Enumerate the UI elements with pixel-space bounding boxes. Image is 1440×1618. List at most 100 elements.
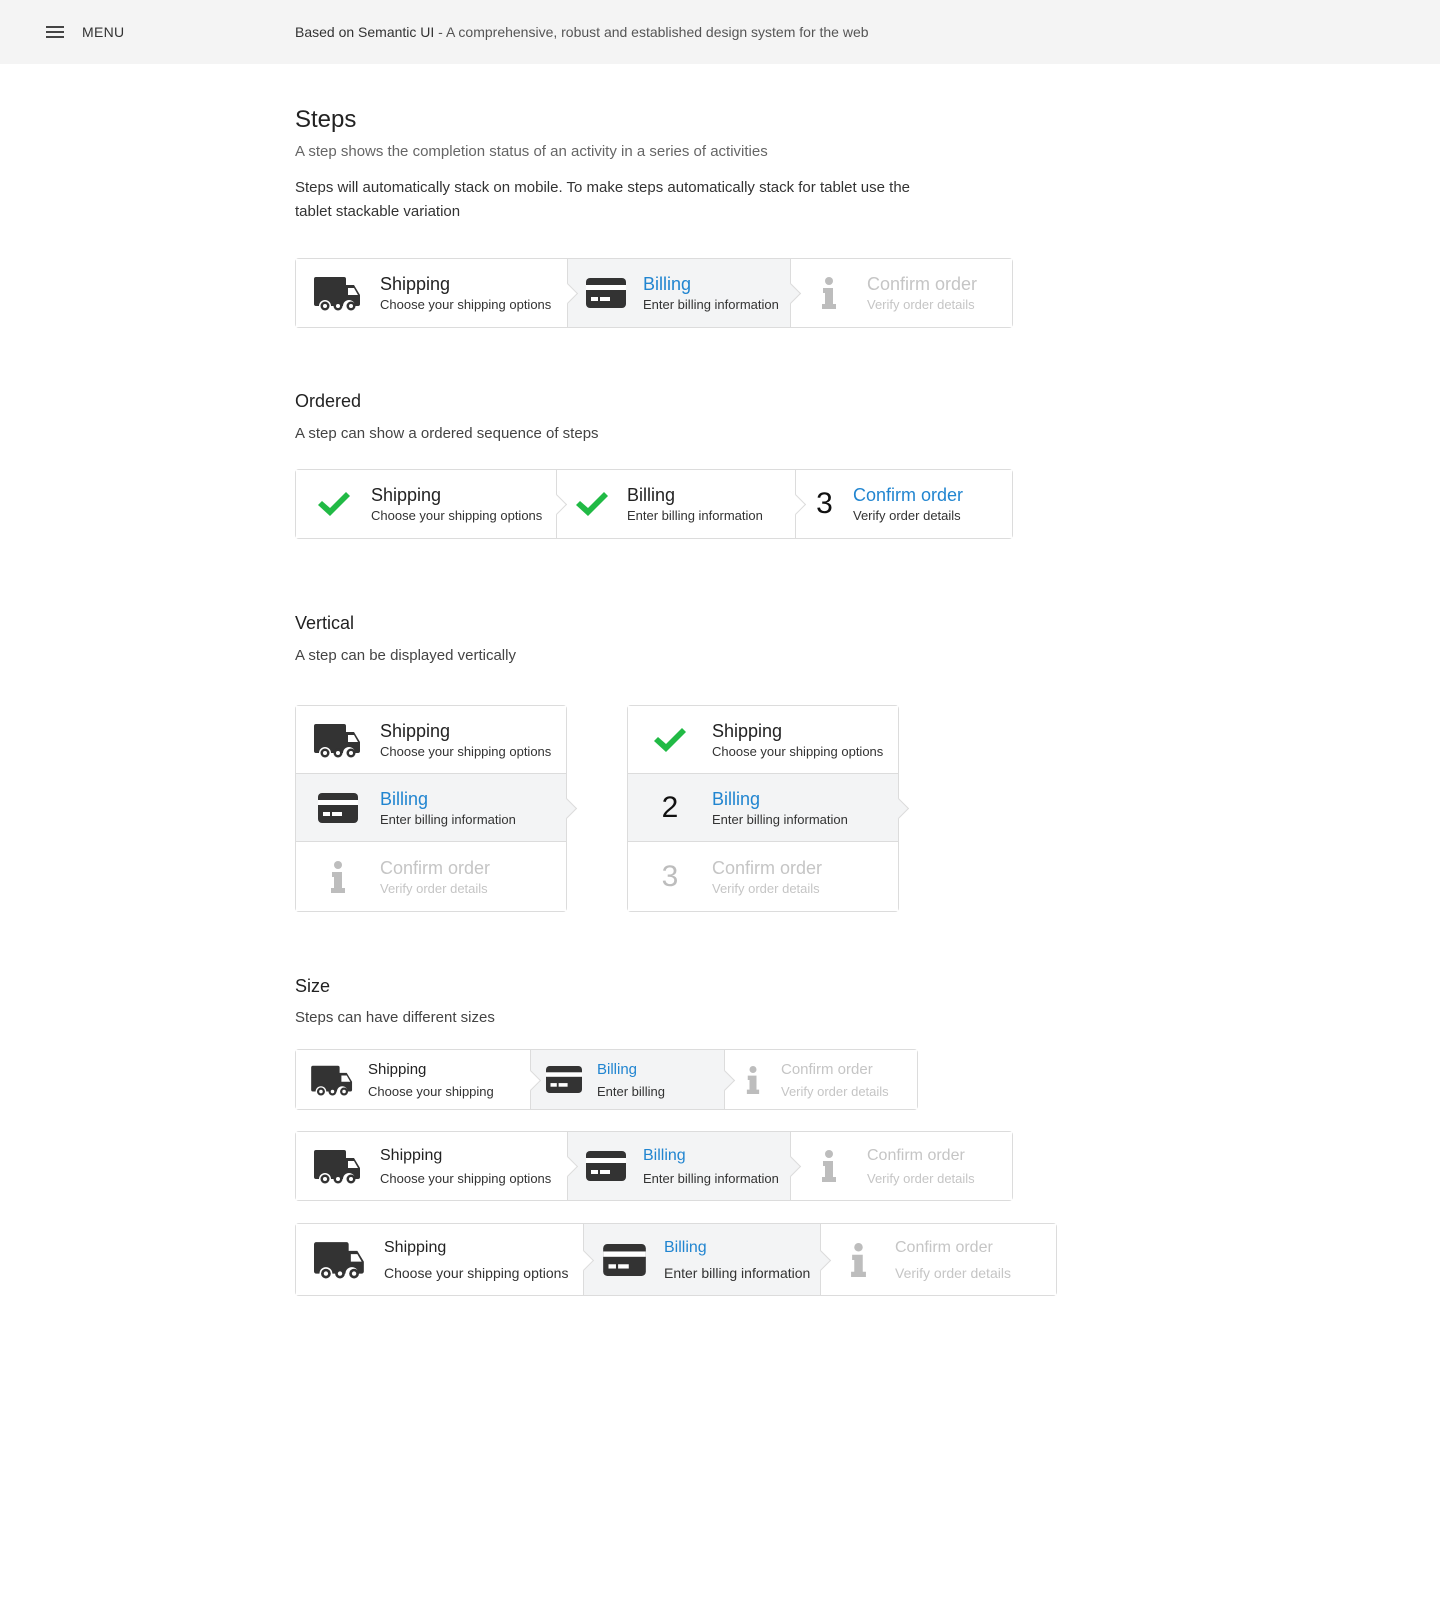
step-description: Verify order details xyxy=(380,880,488,896)
truck-icon xyxy=(296,275,380,311)
step-description: Enter billing information xyxy=(643,297,779,312)
step-billing[interactable]: Billing Enter billing xyxy=(531,1050,725,1109)
step-title: Billing xyxy=(627,485,676,505)
truck-icon xyxy=(296,1148,380,1184)
section-title-size: Size xyxy=(295,976,331,996)
step-description: Choose your shipping options xyxy=(371,508,543,523)
step-title: Confirm order xyxy=(867,1146,965,1164)
step-confirm: 3 Confirm order Verify order details xyxy=(628,842,898,911)
step-title: Shipping xyxy=(380,1146,443,1164)
step-description: Choose your shipping options xyxy=(380,743,552,759)
truck-icon xyxy=(296,722,380,758)
step-description: Enter billing information xyxy=(643,1170,779,1186)
info-icon xyxy=(821,1243,895,1277)
check-icon xyxy=(296,492,371,516)
step-title: Billing xyxy=(597,1060,638,1078)
step-number: 2 xyxy=(661,790,679,824)
section-title-ordered: Ordered xyxy=(295,391,362,411)
step-title: Shipping xyxy=(380,274,451,294)
info-icon xyxy=(791,1150,867,1182)
step-confirm: Confirm order Verify order details xyxy=(791,1132,1012,1200)
section-title-vertical: Vertical xyxy=(295,613,355,633)
step-description: Choose your shipping options xyxy=(384,1264,569,1281)
tagline-text: - A comprehensive, robust and establishe… xyxy=(434,24,869,40)
page-subtitle: A step shows the completion status of an… xyxy=(295,143,768,160)
step-title: Confirm order xyxy=(781,1060,873,1078)
step-description: Verify order details xyxy=(895,1264,1011,1281)
step-description: Verify order details xyxy=(867,1170,975,1186)
step-description: Choose your shipping options xyxy=(712,743,884,759)
truck-icon xyxy=(296,1240,384,1279)
step-billing[interactable]: Billing Enter billing information xyxy=(557,470,796,538)
step-description: Verify order details xyxy=(781,1083,889,1099)
section-description-ordered: A step can show a ordered sequence of st… xyxy=(295,425,599,442)
step-confirm: Confirm order Verify order details xyxy=(821,1224,1056,1295)
credit-card-icon xyxy=(568,1151,643,1181)
step-title: Billing xyxy=(712,788,761,809)
step-title: Shipping xyxy=(380,720,451,741)
credit-card-icon xyxy=(296,793,380,823)
step-description: Enter billing information xyxy=(664,1264,811,1281)
steps-vertical-ordered: Shipping Choose your shipping options 2 B… xyxy=(627,705,899,912)
step-confirm[interactable]: 3 Confirm order Verify order details xyxy=(796,470,1012,538)
steps-basic: Shipping Choose your shipping options Bil… xyxy=(295,258,1013,328)
step-description: Verify order details xyxy=(867,297,975,312)
step-confirm: Confirm order Verify order details xyxy=(296,842,566,911)
step-description: Enter billing information xyxy=(380,811,516,827)
step-title: Confirm order xyxy=(853,485,964,505)
section-description-size: Steps can have different sizes xyxy=(295,1009,495,1026)
step-title: Confirm order xyxy=(867,274,978,294)
step-title: Confirm order xyxy=(380,857,491,878)
step-description: Enter billing information xyxy=(627,508,763,523)
step-title: Shipping xyxy=(384,1238,447,1256)
step-shipping[interactable]: Shipping Choose your shipping options xyxy=(296,470,557,538)
step-shipping[interactable]: Shipping Choose your shipping options xyxy=(628,706,898,774)
steps-vertical-icons: Shipping Choose your shipping options Bil… xyxy=(295,705,567,912)
step-billing[interactable]: Billing Enter billing information xyxy=(584,1224,821,1295)
check-icon xyxy=(628,728,712,752)
step-billing[interactable]: 2 Billing Enter billing information xyxy=(628,774,898,842)
step-shipping[interactable]: Shipping Choose your shipping xyxy=(296,1050,531,1109)
step-shipping[interactable]: Shipping Choose your shipping options xyxy=(296,1132,568,1200)
steps-size-small: Shipping Choose your shipping Billing Ente… xyxy=(295,1049,918,1110)
step-description: Choose your shipping options xyxy=(380,1170,552,1186)
step-title: Billing xyxy=(643,1146,686,1164)
top-bar: MENU Based on Semantic UI - A comprehens… xyxy=(0,0,1440,64)
step-billing[interactable]: Billing Enter billing information xyxy=(568,259,791,327)
steps-size-large: Shipping Choose your shipping options Bil… xyxy=(295,1223,1057,1296)
step-title: Shipping xyxy=(371,485,442,505)
step-description: Enter billing information xyxy=(712,811,848,827)
step-description: Verify order details xyxy=(712,880,820,896)
brand-name: Based on Semantic UI xyxy=(295,24,435,40)
step-description: Verify order details xyxy=(853,508,961,523)
header-tagline: Based on Semantic UI - A comprehensive, … xyxy=(295,24,869,40)
credit-card-icon xyxy=(584,1244,664,1276)
step-billing[interactable]: Billing Enter billing information xyxy=(568,1132,791,1200)
step-description: Choose your shipping options xyxy=(380,297,552,312)
step-shipping[interactable]: Shipping Choose your shipping options xyxy=(296,706,566,774)
steps-size-default: Shipping Choose your shipping options Bil… xyxy=(295,1131,1013,1201)
step-description: Enter billing xyxy=(597,1083,665,1099)
step-confirm: Confirm order Verify order details xyxy=(791,259,1012,327)
step-title: Billing xyxy=(643,274,692,294)
truck-icon xyxy=(296,1064,368,1096)
hamburger-icon xyxy=(46,25,64,39)
step-title: Confirm order xyxy=(895,1238,993,1256)
info-icon xyxy=(296,861,380,893)
info-icon xyxy=(791,277,867,309)
step-title: Shipping xyxy=(368,1060,427,1078)
menu-label: MENU xyxy=(82,24,125,40)
step-number: 3 xyxy=(661,859,679,893)
intro-paragraph: Steps will automatically stack on mobile… xyxy=(295,179,911,220)
step-shipping[interactable]: Shipping Choose your shipping options xyxy=(296,259,568,327)
step-shipping[interactable]: Shipping Choose your shipping options xyxy=(296,1224,584,1295)
step-billing[interactable]: Billing Enter billing information xyxy=(296,774,566,842)
section-description-vertical: A step can be displayed vertically xyxy=(295,647,516,664)
steps-ordered: Shipping Choose your shipping options Bil… xyxy=(295,469,1013,539)
menu-button[interactable]: MENU xyxy=(46,20,124,44)
step-title: Billing xyxy=(664,1238,707,1256)
step-title: Shipping xyxy=(712,720,783,741)
step-confirm: Confirm order Verify order details xyxy=(725,1050,917,1109)
page-title: Steps xyxy=(295,106,357,133)
step-description: Choose your shipping xyxy=(368,1083,494,1099)
